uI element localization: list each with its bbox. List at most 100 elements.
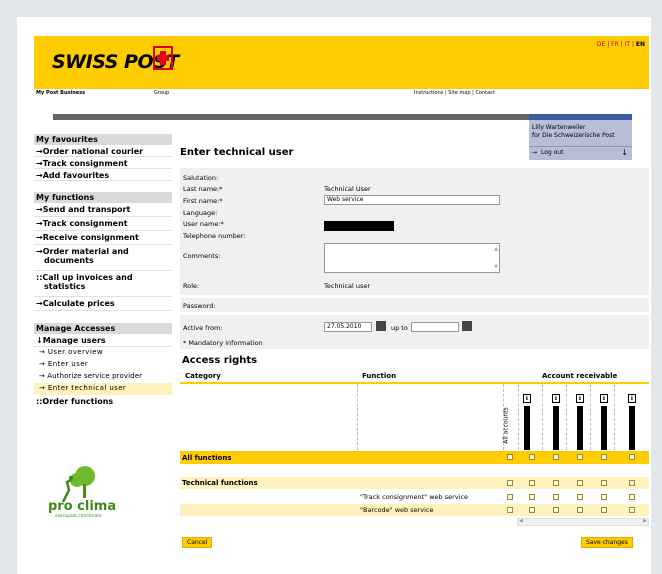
all-accounts-label: All accounts xyxy=(502,407,510,444)
info-icon[interactable]: ℹ xyxy=(576,394,584,403)
checkbox[interactable] xyxy=(553,454,559,460)
column-divider xyxy=(590,384,591,450)
checkbox[interactable] xyxy=(577,454,583,460)
climate-logo[interactable]: pro clima xyxy=(48,499,116,514)
manage-user-overview-label[interactable]: User overview xyxy=(48,348,103,356)
fn-send-transport-label[interactable]: Send and transport xyxy=(43,205,131,214)
row-technical-functions: Technical functions xyxy=(180,477,649,489)
checkbox[interactable] xyxy=(529,480,535,486)
checkbox[interactable] xyxy=(529,507,535,513)
checkbox[interactable] xyxy=(577,494,583,500)
checkbox[interactable] xyxy=(507,494,513,500)
fn-send-transport[interactable]: →Send and transport xyxy=(34,203,172,217)
checkbox[interactable] xyxy=(529,454,535,460)
chevron-down-icon[interactable]: ↓ xyxy=(621,148,628,157)
manage-users[interactable]: ↓Manage users xyxy=(34,334,172,347)
info-icon[interactable]: ℹ xyxy=(552,394,560,403)
scroll-up-icon[interactable]: ▲ xyxy=(494,245,498,253)
row-category: All functions xyxy=(182,454,232,462)
checkbox[interactable] xyxy=(553,480,559,486)
save-changes-button[interactable]: Save changes xyxy=(581,537,633,548)
logout-link[interactable]: Log out xyxy=(541,149,563,156)
fn-calculate-prices[interactable]: →Calculate prices xyxy=(34,297,172,311)
fn-track-consignment[interactable]: →Track consignment xyxy=(34,217,172,231)
manage-authorize-provider[interactable]: → Authorize service provider xyxy=(34,371,172,383)
checkbox[interactable] xyxy=(507,454,513,460)
role-label: Role: xyxy=(183,282,200,290)
lang-it[interactable]: IT xyxy=(625,41,630,48)
user-box: Lilly Wartenweiler for Die Schweizerisch… xyxy=(529,120,632,160)
checkbox[interactable] xyxy=(601,494,607,500)
calendar-icon[interactable] xyxy=(462,321,472,331)
checkbox[interactable] xyxy=(629,480,635,486)
fav-order-courier-label[interactable]: Order national courier xyxy=(43,147,143,156)
scroll-right-icon[interactable]: ▶ xyxy=(643,518,647,524)
checkbox[interactable] xyxy=(577,480,583,486)
manage-enter-technical-user-label[interactable]: Enter technical user xyxy=(48,384,126,392)
user-org: for Die Schweizerische Post xyxy=(532,132,615,139)
checkbox[interactable] xyxy=(553,507,559,513)
order-functions[interactable]: ::Order functions xyxy=(34,395,172,408)
calendar-icon[interactable] xyxy=(376,321,386,331)
info-icon[interactable]: ℹ xyxy=(523,394,531,403)
nav-instructions[interactable]: Instructions xyxy=(414,90,443,96)
checkbox[interactable] xyxy=(507,480,513,486)
fav-track-consignment-label[interactable]: Track consignment xyxy=(43,159,128,168)
nav-my-post-business[interactable]: My Post Business xyxy=(36,90,85,96)
nav-group[interactable]: Group xyxy=(154,90,169,96)
logout-row[interactable]: → Log out ↓ xyxy=(529,146,632,159)
nav-contact[interactable]: Contact xyxy=(475,90,494,96)
horizontal-scrollbar[interactable]: ◀ ▶ xyxy=(517,518,649,526)
fn-order-material[interactable]: →Order material and documents xyxy=(34,245,172,271)
fn-invoices-statistics-label[interactable]: Call up invoices and statistics xyxy=(42,273,132,291)
manage-user-overview[interactable]: → User overview xyxy=(34,347,172,359)
logout-arrow-icon: → xyxy=(532,149,538,156)
fn-invoices-statistics[interactable]: ::Call up invoices and statistics xyxy=(34,271,172,297)
active-from-input[interactable]: 27.05.2010 xyxy=(324,322,372,332)
nav-site-map[interactable]: Site map xyxy=(448,90,470,96)
order-functions-label[interactable]: Order functions xyxy=(42,397,113,406)
col-function: Function xyxy=(362,372,397,380)
lang-de[interactable]: DE xyxy=(597,41,605,48)
checkbox[interactable] xyxy=(629,454,635,460)
fn-calculate-prices-label[interactable]: Calculate prices xyxy=(43,299,115,308)
fav-track-consignment[interactable]: →Track consignment xyxy=(34,157,172,169)
checkbox[interactable] xyxy=(529,494,535,500)
info-icon[interactable]: ℹ xyxy=(600,394,608,403)
manage-enter-user[interactable]: → Enter user xyxy=(34,359,172,371)
fav-add[interactable]: →Add favourites xyxy=(34,169,172,181)
checkbox[interactable] xyxy=(601,507,607,513)
row-barcode: "Barcode" web service xyxy=(180,504,649,516)
checkbox[interactable] xyxy=(507,507,513,513)
active-row: Active from: 27.05.2010 up to * Mandator… xyxy=(180,315,649,349)
functions-heading: My functions xyxy=(34,192,172,203)
checkbox[interactable] xyxy=(601,480,607,486)
lang-en[interactable]: EN xyxy=(636,41,645,48)
scroll-left-icon[interactable]: ◀ xyxy=(519,518,523,524)
fn-track-consignment-label[interactable]: Track consignment xyxy=(43,219,128,228)
manage-enter-user-label[interactable]: Enter user xyxy=(48,360,88,368)
checkbox[interactable] xyxy=(553,494,559,500)
info-icon[interactable]: ℹ xyxy=(628,394,636,403)
fn-receive-consignment-label[interactable]: Receive consignment xyxy=(43,233,139,242)
lang-fr[interactable]: FR xyxy=(611,41,619,48)
comments-textarea[interactable]: ▲ ▼ xyxy=(324,243,500,273)
firstname-input[interactable]: Web service xyxy=(324,195,500,205)
fav-order-courier[interactable]: →Order national courier xyxy=(34,145,172,157)
col-category: Category xyxy=(185,372,221,380)
checkbox[interactable] xyxy=(601,454,607,460)
cancel-button[interactable]: Cancel xyxy=(182,537,213,548)
scroll-down-icon[interactable]: ▼ xyxy=(494,263,498,271)
manage-users-label[interactable]: Manage users xyxy=(43,336,106,345)
fn-order-material-label[interactable]: Order material and documents xyxy=(43,247,129,265)
checkbox[interactable] xyxy=(577,507,583,513)
checkbox[interactable] xyxy=(629,494,635,500)
manage-enter-technical-user[interactable]: → Enter technical user xyxy=(34,383,172,395)
fn-receive-consignment[interactable]: →Receive consignment xyxy=(34,231,172,245)
user-name: Lilly Wartenweiler xyxy=(532,124,586,131)
active-to-input[interactable] xyxy=(411,322,459,332)
fav-add-label[interactable]: Add favourites xyxy=(43,171,109,180)
language-label: Language: xyxy=(183,209,218,217)
manage-authorize-provider-label[interactable]: Authorize service provider xyxy=(47,372,142,380)
checkbox[interactable] xyxy=(629,507,635,513)
